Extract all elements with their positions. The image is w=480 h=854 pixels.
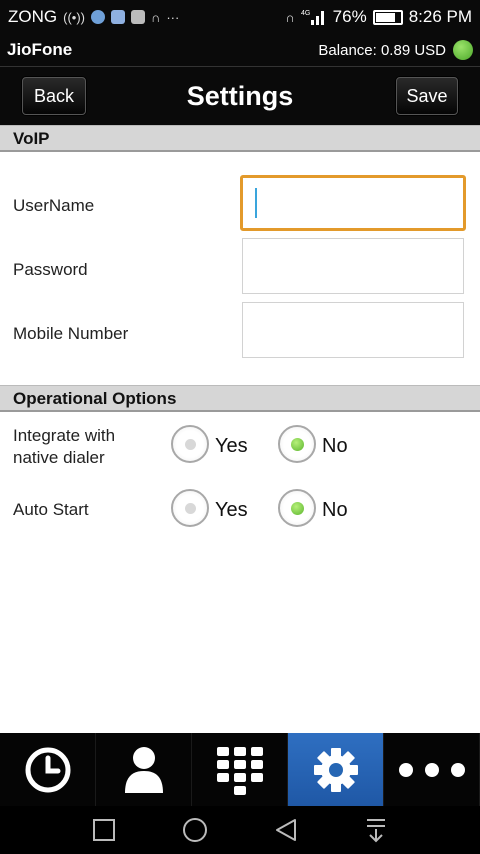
integrate-no-radio[interactable] <box>278 425 316 463</box>
recent-apps-icon[interactable] <box>92 818 116 842</box>
headphones-icon: ∩ <box>285 9 295 25</box>
username-label: UserName <box>13 196 95 215</box>
integrate-yes-radio[interactable] <box>171 425 209 463</box>
more-icon <box>398 762 465 777</box>
contact-icon <box>124 746 163 793</box>
battery-icon <box>372 9 403 25</box>
autostart-no-label[interactable]: No <box>322 499 348 522</box>
balance-text: Balance: 0.89 USD <box>318 41 446 59</box>
autostart-yes-radio[interactable] <box>171 489 209 527</box>
tab-dialpad[interactable] <box>192 733 288 806</box>
online-status-icon <box>453 40 473 60</box>
home-icon[interactable] <box>181 816 209 844</box>
bottom-tab-bar <box>0 733 480 806</box>
battery-percent: 76% <box>332 7 367 26</box>
mobile-number-field[interactable] <box>242 302 464 358</box>
status-bar: ZONG ((•)) ∩ ··· ∩ 4G 76% 8:26 PM <box>0 0 480 34</box>
title-bar: Back Settings Save <box>0 67 480 125</box>
gear-icon <box>313 747 358 792</box>
tab-recents[interactable] <box>0 733 96 806</box>
tab-contacts[interactable] <box>96 733 192 806</box>
back-nav-icon[interactable] <box>273 817 299 843</box>
integrate-dialer-label-line2: native dialer <box>13 448 105 467</box>
app-bar: JioFone Balance: 0.89 USD <box>0 34 480 67</box>
password-label: Password <box>13 260 88 279</box>
clock-time: 8:26 PM <box>408 7 472 26</box>
carrier-label: ZONG <box>8 7 58 26</box>
operational-options-header: Operational Options <box>0 385 480 412</box>
integrate-dialer-label-line1: Integrate with <box>13 426 116 445</box>
image-notification-icon <box>130 10 145 24</box>
signal-icon: 4G <box>301 10 324 25</box>
more-notifications-icon: ··· <box>166 9 180 25</box>
balance-indicator: Balance: 0.89 USD <box>318 40 473 60</box>
tab-settings[interactable] <box>288 733 384 806</box>
voip-section-header: VoIP <box>0 125 480 152</box>
password-field[interactable] <box>242 238 464 294</box>
text-cursor <box>255 188 257 218</box>
system-nav-bar <box>0 806 480 854</box>
autostart-yes-label[interactable]: Yes <box>215 499 248 522</box>
username-field[interactable] <box>240 175 466 231</box>
autostart-no-radio[interactable] <box>278 489 316 527</box>
integrate-no-label[interactable]: No <box>322 435 348 458</box>
tab-more[interactable] <box>384 733 480 806</box>
app-name: JioFone <box>7 40 73 59</box>
save-button[interactable]: Save <box>396 77 458 115</box>
dialpad-icon <box>216 746 263 795</box>
page-title: Settings <box>186 80 294 111</box>
mobile-number-label: Mobile Number <box>13 324 129 343</box>
status-left: ZONG ((•)) ∩ ··· <box>8 7 179 27</box>
headset-notification-icon: ∩ <box>150 9 161 25</box>
hotspot-icon: ((•)) <box>63 9 85 25</box>
svg-text:4G: 4G <box>301 10 310 17</box>
auto-start-label: Auto Start <box>13 500 89 519</box>
app-notification-icon <box>110 10 125 24</box>
integrate-yes-label[interactable]: Yes <box>215 435 248 458</box>
back-button[interactable]: Back <box>22 77 86 115</box>
status-right: ∩ 4G 76% 8:26 PM <box>285 7 472 27</box>
notification-pull-icon[interactable] <box>364 817 388 843</box>
browser-icon <box>90 10 105 24</box>
clock-icon <box>25 747 70 792</box>
